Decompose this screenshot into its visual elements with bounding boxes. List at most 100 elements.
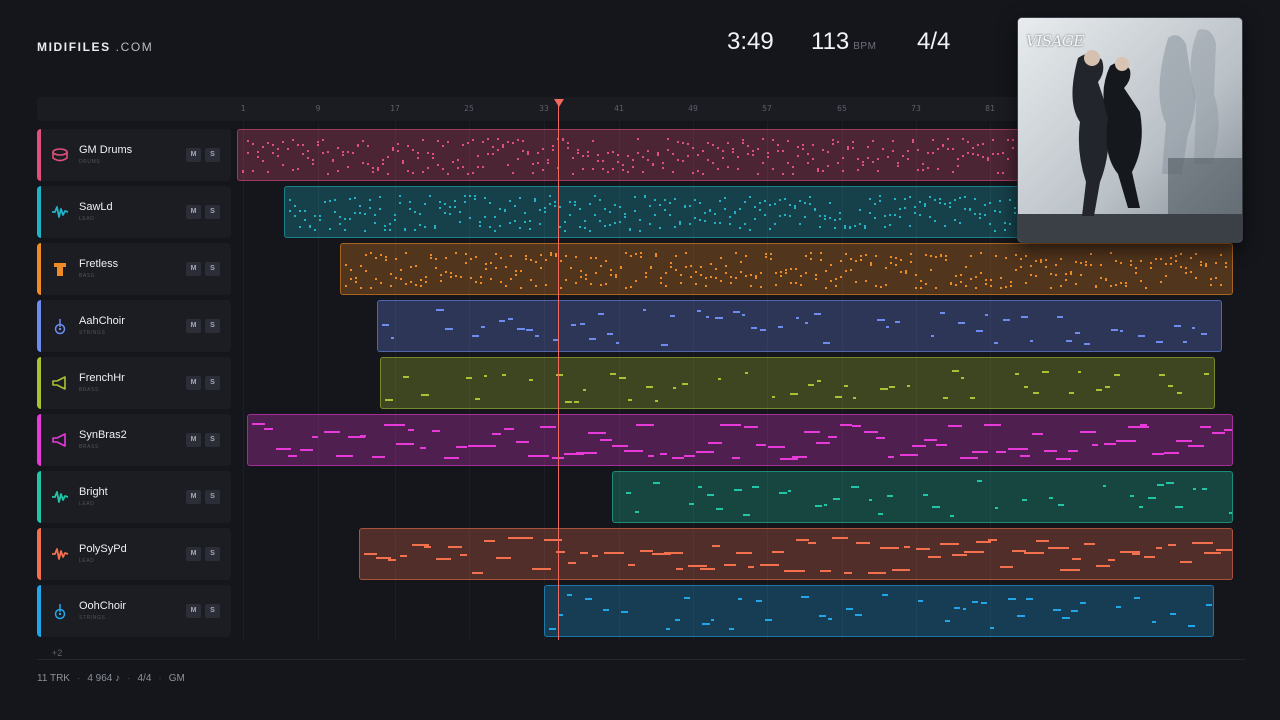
duration-display: 3:49 xyxy=(727,28,774,55)
mute-button[interactable]: M xyxy=(186,262,201,276)
ruler-tick-17: 17 xyxy=(390,104,400,113)
track-category: BASS xyxy=(79,273,95,279)
brand-logo[interactable]: MIDIFILES .COM xyxy=(37,40,153,54)
note-pattern xyxy=(252,423,1232,460)
track-header-gm-drums[interactable]: GM Drums DRUMS M S xyxy=(37,129,231,181)
clip-frenchhr[interactable] xyxy=(380,357,1215,409)
clip-aahchoir[interactable] xyxy=(377,300,1222,352)
ruler-tick-9: 9 xyxy=(315,104,321,113)
solo-button[interactable]: S xyxy=(205,148,220,162)
ruler-tick-1: 1 xyxy=(240,104,246,113)
track-color-stripe xyxy=(37,129,41,181)
track-header-aahchoir[interactable]: AahChoir STRINGS M S xyxy=(37,300,231,352)
track-header-frenchhr[interactable]: FrenchHr BRASS M S xyxy=(37,357,231,409)
note-count: 4 964 ♪ xyxy=(87,673,121,684)
mute-button[interactable]: M xyxy=(186,490,201,504)
track-color-stripe xyxy=(37,243,41,295)
mute-button[interactable]: M xyxy=(186,319,201,333)
note-pattern xyxy=(345,252,1227,289)
note-pattern xyxy=(364,537,1232,574)
track-color-stripe xyxy=(37,357,41,409)
guitar-icon xyxy=(51,317,69,335)
track-header-fretless[interactable]: Fretless BASS M S xyxy=(37,243,231,295)
track-category: BRASS xyxy=(79,444,99,450)
solo-button[interactable]: S xyxy=(205,433,220,447)
solo-button[interactable]: S xyxy=(205,490,220,504)
album-art-image xyxy=(1018,18,1242,242)
track-name: AahChoir xyxy=(79,315,125,327)
waveform-icon xyxy=(51,203,69,221)
clip-polysypd[interactable] xyxy=(359,528,1233,580)
track-category: STRINGS xyxy=(79,615,106,621)
track-name: GM Drums xyxy=(79,144,133,156)
waveform-icon xyxy=(51,545,69,563)
mute-button[interactable]: M xyxy=(186,604,201,618)
track-color-stripe xyxy=(37,585,41,637)
ruler-tick-73: 73 xyxy=(911,104,921,113)
track-category: LEAD xyxy=(79,501,95,507)
track-category: LEAD xyxy=(79,216,95,222)
note-pattern xyxy=(549,594,1212,630)
track-color-stripe xyxy=(37,186,41,238)
mute-button[interactable]: M xyxy=(186,433,201,447)
more-tracks-indicator[interactable]: +2 xyxy=(52,648,62,658)
solo-button[interactable]: S xyxy=(205,319,220,333)
mute-button[interactable]: M xyxy=(186,376,201,390)
note-pattern xyxy=(382,309,1207,346)
album-cover: VISAGE xyxy=(1017,17,1243,243)
horn-icon xyxy=(51,431,69,449)
track-name: SawLd xyxy=(79,201,113,213)
solo-button[interactable]: S xyxy=(205,547,220,561)
guitar-icon xyxy=(51,602,69,620)
horn-icon xyxy=(51,374,69,392)
track-header-bright[interactable]: Bright LEAD M S xyxy=(37,471,231,523)
clip-synbras2[interactable] xyxy=(247,414,1233,466)
track-header-oohchoir[interactable]: OohChoir STRINGS M S xyxy=(37,585,231,637)
playhead[interactable] xyxy=(558,104,559,640)
footer-divider xyxy=(37,659,1245,660)
ruler-tick-57: 57 xyxy=(762,104,772,113)
tempo-display: 113 BPM xyxy=(811,28,877,55)
track-count: 11 TRK xyxy=(37,673,70,684)
ruler-tick-41: 41 xyxy=(614,104,624,113)
footer-stats: 11 TRK · 4 964 ♪ · 4/4 · GM xyxy=(37,673,185,684)
drum-icon xyxy=(51,146,69,164)
mute-button[interactable]: M xyxy=(186,547,201,561)
mute-button[interactable]: M xyxy=(186,205,201,219)
track-name: Bright xyxy=(79,486,108,498)
time-signature-display: 4/4 xyxy=(917,28,951,55)
track-name: OohChoir xyxy=(79,600,127,612)
track-name: FrenchHr xyxy=(79,372,125,384)
track-category: BRASS xyxy=(79,387,99,393)
bar-gridline xyxy=(243,122,244,640)
track-name: SynBras2 xyxy=(79,429,127,441)
footer-signature: 4/4 xyxy=(137,673,152,684)
track-color-stripe xyxy=(37,471,41,523)
track-color-stripe xyxy=(37,528,41,580)
track-color-stripe xyxy=(37,300,41,352)
mute-button[interactable]: M xyxy=(186,148,201,162)
playhead-handle[interactable] xyxy=(554,99,564,107)
solo-button[interactable]: S xyxy=(205,604,220,618)
ruler-tick-49: 49 xyxy=(688,104,698,113)
ruler-tick-65: 65 xyxy=(837,104,847,113)
ruler-tick-25: 25 xyxy=(464,104,474,113)
ruler-tick-33: 33 xyxy=(539,104,549,113)
note-pattern xyxy=(242,138,1039,175)
track-category: LEAD xyxy=(79,558,95,564)
bass-icon xyxy=(51,260,69,278)
album-title: VISAGE xyxy=(1026,32,1084,50)
clip-gm-drums[interactable] xyxy=(237,129,1043,181)
solo-button[interactable]: S xyxy=(205,205,220,219)
midi-standard: GM xyxy=(168,673,185,684)
clip-oohchoir[interactable] xyxy=(544,585,1214,637)
solo-button[interactable]: S xyxy=(205,262,220,276)
track-category: STRINGS xyxy=(79,330,106,336)
clip-fretless[interactable] xyxy=(340,243,1233,295)
clip-bright[interactable] xyxy=(612,471,1233,523)
solo-button[interactable]: S xyxy=(205,376,220,390)
track-header-sawld[interactable]: SawLd LEAD M S xyxy=(37,186,231,238)
waveform-icon xyxy=(51,488,69,506)
track-header-polysypd[interactable]: PolySyPd LEAD M S xyxy=(37,528,231,580)
track-header-synbras2[interactable]: SynBras2 BRASS M S xyxy=(37,414,231,466)
